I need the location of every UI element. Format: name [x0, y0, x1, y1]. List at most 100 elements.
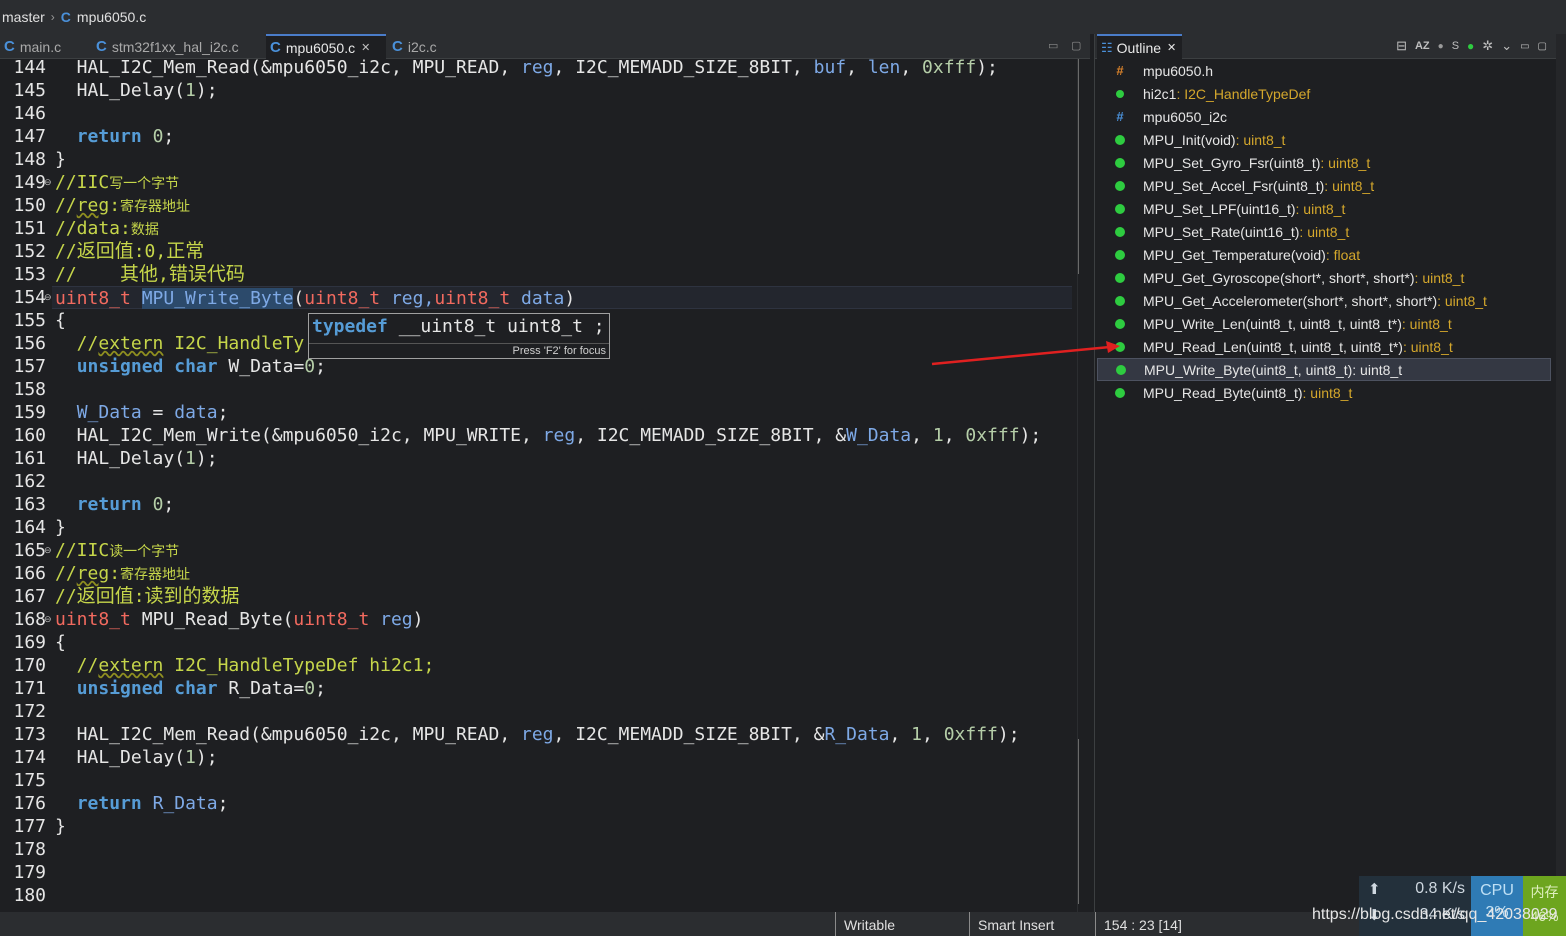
line-number: 147 [13, 126, 46, 147]
fold-marker-icon[interactable]: ⊖ [44, 608, 52, 631]
function-icon [1115, 318, 1125, 329]
breadcrumb-file[interactable]: mpu6050.c [77, 9, 146, 25]
outline-item-function[interactable]: MPU_Get_Gyroscope(short*, short*, short*… [1097, 266, 1551, 289]
outline-view: ☷ Outline ✕ ⊟ AZ ● S ● ✲ ⌄ ▭ ▢ # mpu6050.… [1094, 34, 1557, 912]
line-number: 144 [13, 57, 46, 78]
code-line: unsigned char W_Data=0; [76, 356, 326, 377]
close-icon[interactable]: ✕ [1167, 41, 1176, 54]
tab-stm32f1xx-hal-i2c-c[interactable]: C stm32f1xx_hal_i2c.c [92, 34, 264, 59]
line-number: 169 [13, 632, 46, 653]
insert-mode-status[interactable]: Smart Insert [969, 912, 1095, 936]
annotation-arrow [931, 341, 1120, 366]
breadcrumb-branch[interactable]: master [2, 9, 45, 25]
outline-item-function[interactable]: MPU_Read_Len(uint8_t, uint8_t, uint8_t*)… [1097, 335, 1551, 358]
cursor-position[interactable]: 154 : 23 [14] [1095, 912, 1215, 936]
code-line: W_Data = data; [76, 402, 229, 423]
writable-status: Writable [835, 912, 969, 936]
outline-item-function[interactable]: MPU_Read_Byte(uint8_t) : uint8_t [1097, 381, 1551, 404]
fold-marker-icon[interactable]: ⊖ [44, 539, 52, 562]
hide-nonpublic-icon[interactable]: ● [1467, 39, 1474, 53]
view-menu-icon[interactable]: ⌄ [1501, 38, 1512, 54]
line-number: 175 [13, 770, 46, 791]
minimize-icon[interactable]: ▭ [1048, 39, 1058, 52]
code-line: //extern I2C_HandleTypeDef hi2c1; [55, 655, 435, 676]
code-line: } [55, 816, 66, 837]
outline-item-function[interactable]: MPU_Set_Gyro_Fsr(uint8_t) : uint8_t [1097, 151, 1551, 174]
hide-fields-icon[interactable]: ● [1438, 41, 1444, 52]
tab-label: mpu6050.c [285, 39, 356, 56]
watermark: https://blog.csdn.net/qq_42038029 [1312, 906, 1558, 923]
outline-item-function[interactable]: MPU_Set_Rate(uint16_t) : uint8_t [1097, 220, 1551, 243]
comment-line: //data:数据 [55, 218, 159, 239]
cpu-label: CPU [1480, 882, 1514, 899]
code-line: HAL_I2C_Mem_Write(&mpu6050_i2c, MPU_WRIT… [55, 425, 1042, 446]
outline-item-macro[interactable]: # mpu6050_i2c [1097, 105, 1551, 128]
c-file-icon: C [270, 39, 281, 56]
code-line: return R_Data; [76, 793, 229, 814]
outline-item-function[interactable]: MPU_Write_Len(uint8_t, uint8_t, uint8_t*… [1097, 312, 1551, 335]
code-line: return 0; [76, 126, 175, 147]
outline-item-include[interactable]: # mpu6050.h [1097, 59, 1551, 82]
maximize-icon[interactable]: ▢ [1071, 39, 1081, 52]
scroll-track-mark [1078, 59, 1079, 274]
upload-speed: 0.8 K/s [1415, 880, 1465, 897]
code-line: HAL_I2C_Mem_Read(&mpu6050_i2c, MPU_READ,… [55, 724, 1020, 745]
current-line: uint8_t MPU_Write_Byte(uint8_t reg,uint8… [52, 286, 1072, 309]
line-number: 178 [13, 839, 46, 860]
chevron-right-icon: › [50, 10, 55, 24]
c-file-icon: C [4, 38, 15, 55]
line-number: 153 [13, 264, 46, 285]
sort-icon[interactable]: AZ [1415, 40, 1430, 52]
line-number: 166 [13, 563, 46, 584]
outline-item-function-selected[interactable]: MPU_Write_Byte(uint8_t, uint8_t) : uint8… [1097, 358, 1551, 381]
comment-line: //IIC写一个字节 [55, 172, 180, 193]
line-number: 164 [13, 517, 46, 538]
settings-icon[interactable]: ✲ [1482, 38, 1493, 54]
function-icon [1115, 203, 1125, 214]
hide-static-icon[interactable]: S [1452, 40, 1459, 52]
tab-outline[interactable]: ☷ Outline ✕ [1097, 34, 1183, 59]
line-number: 146 [13, 103, 46, 124]
line-number: 170 [13, 655, 46, 676]
line-number: 150 [13, 195, 46, 216]
outline-item-function[interactable]: MPU_Set_Accel_Fsr(uint8_t) : uint8_t [1097, 174, 1551, 197]
function-icon [1115, 226, 1125, 237]
fold-marker-icon[interactable]: ⊖ [44, 171, 52, 194]
code-line: uint8_t MPU_Read_Byte(uint8_t reg) [55, 609, 424, 630]
line-number: 168 [13, 609, 46, 630]
collapse-all-icon[interactable]: ⊟ [1396, 38, 1407, 54]
code-editor[interactable]: HAL_I2C_Mem_Read(&mpu6050_i2c, MPU_READ,… [52, 59, 1077, 912]
comment-line: //返回值:0,正常 [55, 240, 205, 262]
tab-mpu6050-c[interactable]: C mpu6050.c ✕ [266, 34, 386, 59]
editor-tab-bar: C main.c C stm32f1xx_hal_i2c.c C mpu6050… [0, 34, 1090, 59]
tooltip-code: typedef __uint8_t uint8_t ; [312, 316, 605, 337]
code-line: return 0; [76, 494, 175, 515]
tab-i2c-c[interactable]: C i2c.c [388, 34, 458, 59]
outline-item-function[interactable]: MPU_Set_LPF(uint16_t) : uint8_t [1097, 197, 1551, 220]
hover-tooltip[interactable]: typedef __uint8_t uint8_t ; Press 'F2' f… [308, 313, 610, 359]
outline-item-function[interactable]: MPU_Init(void) : uint8_t [1097, 128, 1551, 151]
maximize-icon[interactable]: ▢ [1538, 41, 1547, 52]
code-line: HAL_I2C_Mem_Read(&mpu6050_i2c, MPU_READ,… [55, 59, 998, 78]
line-number-gutter: 144 145 146 147 148 149 150 151 152 153 … [0, 57, 52, 912]
minimize-icon[interactable]: ▭ [1520, 41, 1529, 52]
close-icon[interactable]: ✕ [361, 41, 370, 54]
tooltip-focus-hint: Press 'F2' for focus [309, 343, 609, 358]
line-number: 145 [13, 80, 46, 101]
macro-icon: # [1116, 109, 1124, 124]
outline-item-variable[interactable]: hi2c1 : I2C_HandleTypeDef [1097, 82, 1551, 105]
code-line: HAL_Delay(1); [55, 747, 218, 768]
function-icon [1115, 157, 1125, 168]
hover-symbol: MPU_Write_Byte [141, 288, 294, 309]
function-icon [1115, 249, 1125, 260]
line-number: 160 [13, 425, 46, 446]
line-number: 156 [13, 333, 46, 354]
outline-item-function[interactable]: MPU_Get_Accelerometer(short*, short*, sh… [1097, 289, 1551, 312]
outline-item-function[interactable]: MPU_Get_Temperature(void) : float [1097, 243, 1551, 266]
line-number: 162 [13, 471, 46, 492]
fold-marker-icon[interactable]: ⊖ [44, 286, 52, 309]
editor-scrollbar[interactable] [1077, 59, 1090, 912]
c-file-icon: C [392, 38, 403, 55]
line-number: 165 [13, 540, 46, 561]
tab-label: i2c.c [407, 38, 437, 55]
